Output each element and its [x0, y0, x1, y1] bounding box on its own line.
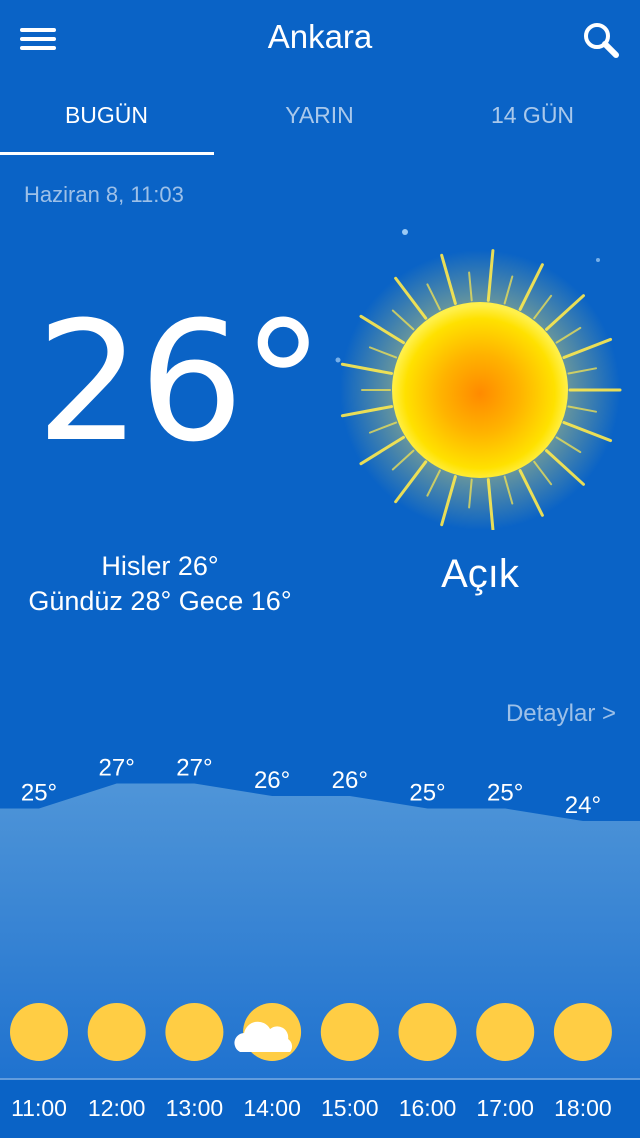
current-temperature: 26° — [36, 286, 324, 478]
sun-icon — [476, 1003, 535, 1061]
sun-icon — [87, 1003, 146, 1061]
hourly-temp-label: 26° — [254, 767, 290, 794]
hourly-time-label: 11:00 — [11, 1095, 67, 1121]
sun-icon — [165, 1003, 224, 1061]
hourly-time-label: 15:00 — [321, 1095, 379, 1121]
sun-icon — [320, 1003, 379, 1061]
hourly-temp-label: 27° — [176, 755, 212, 782]
sun-icon — [330, 220, 640, 531]
details-link[interactable]: Detaylar > — [506, 700, 616, 728]
hourly-time-label: 18:00 — [554, 1095, 612, 1121]
search-icon — [584, 23, 619, 58]
hourly-temp-label: 25° — [487, 780, 523, 807]
hourly-time-label: 17:00 — [476, 1095, 534, 1121]
hourly-time-label: 13:00 — [166, 1095, 224, 1121]
hourly-time-label: 16:00 — [399, 1095, 457, 1121]
divider — [0, 1078, 640, 1080]
condition-label: Açık — [441, 552, 519, 596]
hourly-time-label: 14:00 — [243, 1095, 301, 1121]
sun-icon — [398, 1003, 457, 1061]
sun-icon — [553, 1003, 612, 1061]
tab-tomorrow[interactable]: YARIN — [213, 102, 426, 129]
hourly-temp-label: 24° — [565, 792, 601, 819]
sun-icon — [10, 1003, 68, 1061]
feels-like: Hisler 26° — [101, 551, 219, 581]
tab-14-days[interactable]: 14 GÜN — [426, 102, 639, 129]
day-night-temps: Gündüz 28° Gece 16° — [28, 586, 292, 616]
hourly-time-label: 12:00 — [88, 1095, 146, 1121]
hourly-forecast: 25° 11:00 27° 12:00 27° 13:00 26° 14:00 26° 15:00… — [0, 755, 640, 1121]
hourly-temp-label: 26° — [332, 767, 368, 794]
current-datetime: Haziran 8, 11:03 — [24, 182, 184, 207]
tab-today[interactable]: BUGÜN — [0, 102, 213, 129]
hourly-temp-label: 25° — [21, 780, 57, 807]
hourly-temp-label: 25° — [409, 780, 445, 807]
hourly-temp-label: 27° — [99, 755, 135, 782]
city-title: Ankara — [267, 18, 373, 55]
active-tab-indicator — [0, 152, 214, 155]
search-button[interactable] — [578, 18, 626, 62]
